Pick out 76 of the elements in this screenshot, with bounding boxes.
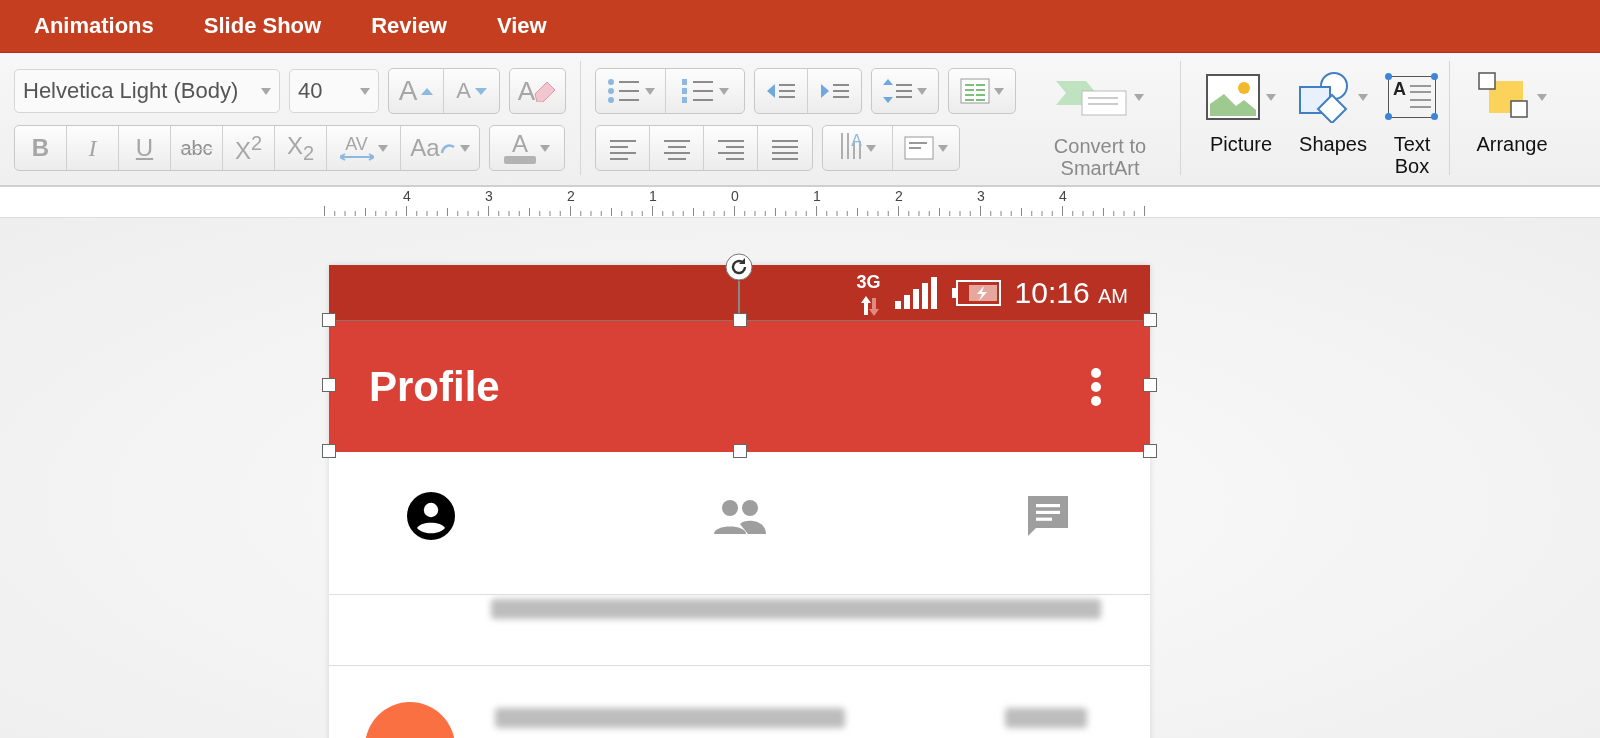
- ruler-label: 1: [649, 188, 657, 204]
- grow-font-button[interactable]: A: [389, 69, 444, 113]
- phone-tab[interactable]: [407, 492, 455, 540]
- resize-handle[interactable]: [322, 444, 336, 458]
- up-triangle-icon: [421, 87, 434, 95]
- ruler-label: 3: [977, 188, 985, 204]
- font-name-field[interactable]: Helvetica Light (Body): [14, 69, 280, 113]
- text-box-icon: [904, 136, 934, 160]
- line-spacing-icon: [883, 77, 913, 105]
- menu-tab[interactable]: Animations: [34, 13, 154, 39]
- columns-icon: [960, 78, 990, 104]
- format-button[interactable]: X$^{2}$: [223, 126, 275, 170]
- rotate-handle[interactable]: [725, 253, 753, 281]
- menu-tab[interactable]: Review: [371, 13, 447, 39]
- format-button[interactable]: U: [119, 126, 171, 170]
- bullet-list-icon: [606, 77, 641, 105]
- caret-icon: [540, 144, 550, 152]
- insert-button[interactable]: A Text Box: [1379, 53, 1445, 185]
- clock: 10:16 AM: [1014, 275, 1128, 310]
- insert-button[interactable]: Shapes: [1287, 53, 1379, 185]
- caret-icon: [938, 144, 948, 152]
- format-button[interactable]: B: [15, 126, 67, 170]
- resize-handle[interactable]: [1143, 444, 1157, 458]
- ruler-label: 4: [1059, 188, 1067, 204]
- double-arrow-icon: [339, 153, 374, 161]
- caret-icon: [1358, 93, 1368, 101]
- resize-handle[interactable]: [322, 378, 336, 392]
- account-icon: [407, 492, 455, 540]
- caret-icon: [865, 144, 876, 152]
- caret-icon: [459, 144, 470, 152]
- text-box-icon: A: [1388, 76, 1436, 118]
- caret-icon: [994, 87, 1004, 95]
- signal-icon: [894, 276, 937, 309]
- ruler-label: 1: [813, 188, 821, 204]
- caret-icon: [377, 144, 388, 152]
- caret-icon: [1537, 93, 1547, 101]
- network-arrows-icon: [860, 295, 879, 316]
- convert-to-smartart-button[interactable]: Convert to SmartArt: [1030, 53, 1170, 185]
- people-icon: [713, 498, 766, 534]
- caret-icon: [719, 87, 729, 95]
- text-direction-button[interactable]: A: [823, 126, 893, 170]
- format-button[interactable]: AV: [327, 126, 401, 170]
- format-button[interactable]: X$_{2}$: [275, 126, 327, 170]
- resize-handle[interactable]: [322, 313, 336, 327]
- insert-button[interactable]: Arrange: [1464, 53, 1560, 185]
- ruler-label: 0: [731, 188, 739, 204]
- clear-formatting-button[interactable]: A: [510, 69, 565, 113]
- more-vertical-icon[interactable]: [1090, 367, 1102, 406]
- format-button[interactable]: Aa: [401, 126, 479, 170]
- resize-handle[interactable]: [732, 444, 747, 458]
- battery-charging-icon: [950, 279, 1001, 306]
- ruler-label: 2: [567, 188, 575, 204]
- menu-tab[interactable]: Slide Show: [203, 13, 322, 39]
- app-bar-title: Profile: [369, 362, 500, 411]
- caret-icon: [1266, 93, 1276, 101]
- down-triangle-icon: [474, 87, 487, 95]
- picture-icon: [1206, 74, 1260, 120]
- network-type: 3G: [856, 272, 881, 293]
- resize-handle[interactable]: [1143, 313, 1157, 327]
- ruler-label: 3: [485, 188, 493, 204]
- format-button[interactable]: I: [67, 126, 119, 170]
- caret-icon: [360, 87, 370, 95]
- font-size-field[interactable]: 40: [289, 69, 379, 113]
- caret-icon: [644, 87, 655, 95]
- caret-icon: [917, 87, 927, 95]
- ruler-label: 4: [403, 188, 411, 204]
- resize-handle[interactable]: [1143, 378, 1157, 392]
- caret-icon: [261, 87, 271, 95]
- font-color-button[interactable]: A: [490, 126, 564, 170]
- numbered-list-icon: [681, 77, 715, 105]
- insert-button[interactable]: Picture: [1195, 53, 1287, 185]
- menu-tab[interactable]: View: [497, 13, 547, 39]
- shrink-font-button[interactable]: A: [444, 69, 499, 113]
- color-bar-icon: [504, 156, 536, 164]
- ruler-label: 2: [895, 188, 903, 204]
- caret-icon: [1134, 93, 1144, 101]
